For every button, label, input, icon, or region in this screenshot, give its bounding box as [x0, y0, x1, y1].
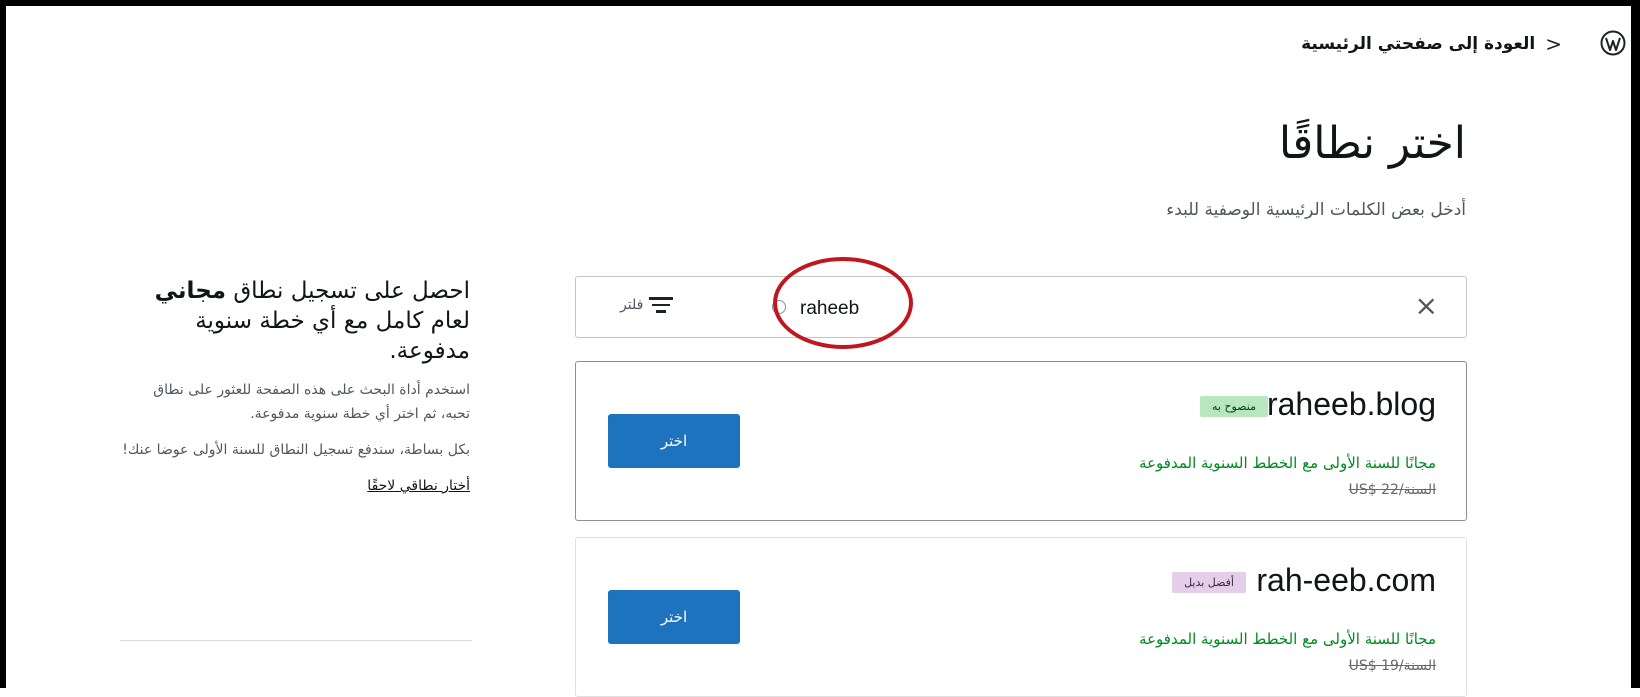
filter-icon — [649, 295, 674, 315]
domain-search-input[interactable] — [798, 293, 1302, 325]
filter-label: فلتر — [620, 297, 644, 313]
original-price: US$ 19/السنة — [1348, 658, 1436, 674]
free-price-text: مجانًا للسنة الأولى مع الخطط السنوية الم… — [1139, 630, 1436, 648]
domain-name: raheeb.blog — [1266, 386, 1436, 422]
promo-heading-part1: احصل على تسجيل نطاق — [233, 278, 470, 304]
select-domain-button[interactable]: اختر — [608, 590, 740, 644]
choose-domain-later-link[interactable]: أختار نطاقي لاحقًا — [367, 478, 470, 494]
domain-result-card[interactable]: raheeb.blog منصوح به مجانًا للسنة الأولى… — [575, 361, 1467, 521]
page-subtitle: أدخل بعض الكلمات الرئيسية الوصفية للبدء — [1166, 200, 1466, 220]
sidebar-divider — [120, 640, 472, 641]
original-price: US$ 22/السنة — [1348, 482, 1436, 498]
loading-spinner-icon — [772, 300, 786, 314]
promo-paragraph: استخدم أداة البحث على هذه الصفحة للعثور … — [153, 382, 470, 422]
filter-button[interactable]: فلتر — [620, 295, 674, 315]
promo-heading: احصل على تسجيل نطاق مجاني لعام كامل مع أ… — [120, 276, 470, 366]
select-domain-button[interactable]: اختر — [608, 414, 740, 468]
free-domain-promo: احصل على تسجيل نطاق مجاني لعام كامل مع أ… — [120, 276, 470, 494]
back-to-home-label: العودة إلى صفحتي الرئيسية — [1301, 34, 1536, 54]
recommended-badge: منصوح به — [1200, 396, 1268, 417]
best-alternative-badge: أفضل بديل — [1172, 572, 1246, 593]
promo-heading-bold: مجاني — [154, 278, 227, 304]
domain-search-box: فلتر × — [575, 276, 1467, 338]
clear-icon[interactable]: × — [1415, 291, 1438, 321]
domain-result-card[interactable]: rah-eeb.com أفضل بديل مجانًا للسنة الأول… — [575, 537, 1467, 697]
back-to-home-link[interactable]: < العودة إلى صفحتي الرئيسية — [1301, 32, 1562, 56]
promo-heading-part2: لعام كامل مع أي خطة سنوية مدفوعة. — [195, 308, 470, 364]
domain-name: rah-eeb.com — [1256, 562, 1436, 598]
free-price-text: مجانًا للسنة الأولى مع الخطط السنوية الم… — [1139, 454, 1436, 472]
promo-paragraph: بكل بساطة، سندفع تسجيل النطاق للسنة الأو… — [122, 442, 470, 458]
page-title: اختر نطاقًا — [1278, 118, 1466, 169]
chevron-left-icon: < — [1545, 32, 1562, 56]
wordpress-icon[interactable] — [1600, 30, 1626, 56]
